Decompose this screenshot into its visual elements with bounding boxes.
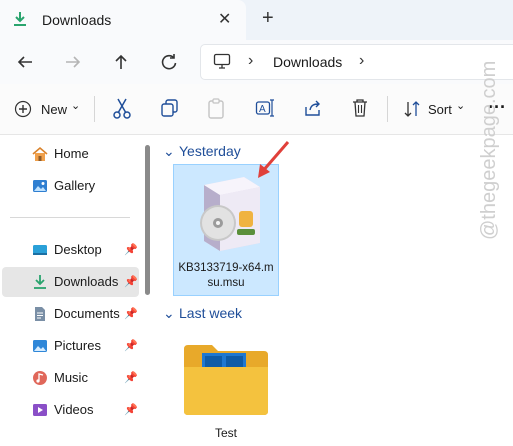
sidebar-divider: [10, 217, 130, 218]
breadcrumb-separator[interactable]: ›: [248, 52, 253, 70]
pin-icon[interactable]: 📌: [124, 339, 138, 352]
new-button[interactable]: New: [41, 102, 67, 117]
sidebar-item-desktop[interactable]: Desktop 📌: [2, 235, 139, 265]
watermark-text: @thegeekpage.com: [478, 60, 500, 240]
pin-icon[interactable]: 📌: [124, 307, 138, 320]
file-name-line1: KB3133719-x64.m: [178, 262, 274, 274]
address-bar[interactable]: › Downloads ›: [200, 44, 513, 80]
tab-title: Downloads: [42, 12, 112, 28]
videos-icon: [33, 404, 47, 416]
annotation-arrow: [258, 141, 290, 178]
group-label: Last week: [179, 305, 243, 321]
documents-icon: [35, 307, 45, 321]
close-tab-icon[interactable]: ✕: [218, 9, 231, 29]
sidebar-item-home[interactable]: Home: [2, 139, 139, 169]
back-arrow-icon[interactable]: [12, 49, 38, 75]
file-name: KB3133719-x64.m su.msu: [174, 261, 278, 291]
delete-icon[interactable]: [351, 98, 369, 118]
pin-icon[interactable]: 📌: [124, 371, 138, 384]
pin-icon[interactable]: 📌: [124, 243, 138, 256]
sidebar-item-label: Desktop: [54, 242, 102, 257]
toolbar-divider: [387, 96, 388, 122]
svg-text:A: A: [259, 104, 266, 115]
sidebar-item-label: Documents: [54, 306, 120, 321]
folder-name: Test: [214, 426, 237, 440]
cut-icon[interactable]: [112, 98, 132, 120]
sidebar-item-music[interactable]: Music 📌: [2, 363, 139, 393]
breadcrumb-expand-chevron[interactable]: ›: [359, 52, 364, 70]
sort-icon[interactable]: [403, 100, 421, 118]
file-name-line2: su.msu: [207, 277, 245, 289]
group-header-yesterday[interactable]: ⌄ Yesterday: [163, 143, 241, 160]
group-label: Yesterday: [179, 143, 241, 159]
forward-arrow-icon[interactable]: [60, 49, 86, 75]
sidebar-item-gallery[interactable]: Gallery: [2, 171, 139, 201]
rename-icon[interactable]: A: [255, 98, 275, 118]
sort-chevron-icon[interactable]: ⌄: [456, 99, 465, 112]
this-pc-icon[interactable]: [213, 53, 231, 69]
sidebar-item-documents[interactable]: Documents 📌: [2, 299, 139, 329]
folder-icon: [184, 345, 268, 415]
sidebar-item-label: Pictures: [54, 338, 101, 353]
copy-icon[interactable]: [160, 98, 180, 118]
chevron-down-icon: ⌄: [163, 143, 175, 159]
tab-downloads[interactable]: Downloads ✕: [0, 0, 246, 40]
sort-button[interactable]: Sort: [428, 102, 452, 117]
sidebar-item-label: Gallery: [54, 178, 96, 193]
desktop-icon: [33, 245, 47, 255]
gallery-icon: [33, 180, 47, 192]
group-header-last-week[interactable]: ⌄ Last week: [163, 305, 242, 322]
sidebar-item-label: Music: [54, 370, 88, 385]
music-icon: [33, 371, 47, 385]
file-item-msu[interactable]: KB3133719-x64.m su.msu: [173, 164, 279, 296]
new-plus-icon[interactable]: [14, 100, 32, 118]
sidebar-item-downloads[interactable]: Downloads 📌: [2, 267, 139, 297]
sidebar-item-pictures[interactable]: Pictures 📌: [2, 331, 139, 361]
sidebar-item-label: Home: [54, 146, 89, 161]
chevron-down-icon: ⌄: [163, 305, 175, 321]
up-arrow-icon[interactable]: [108, 49, 134, 75]
sidebar-item-label: Downloads: [54, 274, 119, 289]
folder-item-test[interactable]: Test: [178, 335, 274, 445]
share-icon[interactable]: [303, 98, 323, 118]
pin-icon[interactable]: 📌: [124, 275, 138, 288]
installer-package-icon: [200, 177, 260, 251]
breadcrumb-downloads[interactable]: Downloads: [273, 54, 342, 70]
paste-icon[interactable]: [207, 98, 225, 120]
command-bar: New ⌄ A Sort ⌄ ···: [0, 84, 513, 135]
navigation-pane: Home Gallery Desktop 📌 Downloads 📌 Docum…: [0, 135, 155, 446]
pin-icon[interactable]: 📌: [124, 403, 138, 416]
tab-bar: Downloads ✕ +: [0, 0, 513, 40]
sidebar-item-videos[interactable]: Videos 📌: [2, 395, 139, 425]
toolbar-divider: [94, 96, 95, 122]
new-tab-button[interactable]: +: [262, 7, 274, 30]
sidebar-scrollbar[interactable]: [145, 145, 150, 295]
download-icon: [14, 12, 26, 26]
new-chevron-icon[interactable]: ⌄: [71, 99, 80, 112]
sidebar-item-label: Videos: [54, 402, 94, 417]
download-icon: [34, 275, 46, 289]
pictures-icon: [33, 340, 47, 352]
refresh-icon[interactable]: [156, 49, 182, 75]
home-icon: [32, 146, 48, 161]
